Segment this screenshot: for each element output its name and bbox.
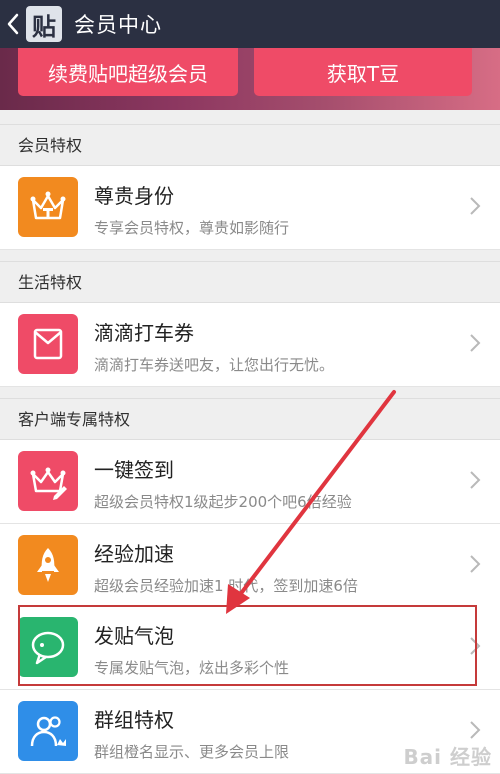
row-subtitle: 滴滴打车券送吧友，让您出行无忧。 xyxy=(94,356,335,374)
chevron-right-icon xyxy=(470,334,481,352)
get-tbean-button[interactable]: 获取T豆 xyxy=(254,48,472,96)
chat-bubble-icon xyxy=(18,617,78,677)
back-button[interactable] xyxy=(0,0,26,48)
ticket-icon xyxy=(18,314,78,374)
member-banner: 续费贴吧超级会员 获取T豆 xyxy=(0,48,500,110)
row-title: 群组特权 xyxy=(94,708,174,732)
row-title: 发贴气泡 xyxy=(94,624,174,648)
list-item-vip-identity[interactable]: 尊贵身份 专享会员特权，尊贵如影随行 xyxy=(0,166,500,250)
chevron-right-icon xyxy=(470,471,481,489)
chevron-right-icon xyxy=(470,637,481,655)
row-title: 滴滴打车券 xyxy=(94,321,194,345)
chevron-right-icon xyxy=(470,721,481,739)
crown-pencil-icon xyxy=(18,451,78,511)
row-subtitle: 超级会员特权1级起步200个吧6倍经验 xyxy=(94,493,352,511)
chevron-left-icon xyxy=(7,13,19,35)
list-item-exp-boost[interactable]: 经验加速 超级会员经验加速1 时代，签到加速6倍 xyxy=(0,524,500,608)
row-title: 一键签到 xyxy=(94,458,174,482)
chevron-right-icon xyxy=(470,197,481,215)
list-item-post-bubble[interactable]: 发贴气泡 专属发贴气泡，炫出多彩个性 xyxy=(0,606,500,690)
group-icon xyxy=(18,701,78,761)
renew-super-member-button[interactable]: 续费贴吧超级会员 xyxy=(18,48,238,96)
section-header-member: 会员特权 xyxy=(0,124,500,166)
watermark: Bai 经验 xyxy=(403,745,492,769)
row-title: 经验加速 xyxy=(94,542,174,566)
list-item-didi-coupon[interactable]: 滴滴打车券 滴滴打车券送吧友，让您出行无忧。 xyxy=(0,303,500,387)
list-item-one-key-sign[interactable]: 一键签到 超级会员特权1级起步200个吧6倍经验 xyxy=(0,440,500,524)
row-subtitle: 专享会员特权，尊贵如影随行 xyxy=(94,219,290,237)
row-title: 尊贵身份 xyxy=(94,184,174,208)
rocket-icon xyxy=(18,535,78,595)
row-subtitle: 专属发贴气泡，炫出多彩个性 xyxy=(94,659,290,677)
chevron-right-icon xyxy=(470,555,481,573)
page-title: 会员中心 xyxy=(74,13,162,37)
section-header-client: 客户端专属特权 xyxy=(0,398,500,440)
row-subtitle: 群组橙名显示、更多会员上限 xyxy=(94,743,290,761)
top-bar: 贴 会员中心 xyxy=(0,0,500,48)
crown-icon xyxy=(18,177,78,237)
section-header-life: 生活特权 xyxy=(0,261,500,303)
row-subtitle: 超级会员经验加速1 时代，签到加速6倍 xyxy=(94,577,358,595)
tieba-logo: 贴 xyxy=(26,6,62,42)
